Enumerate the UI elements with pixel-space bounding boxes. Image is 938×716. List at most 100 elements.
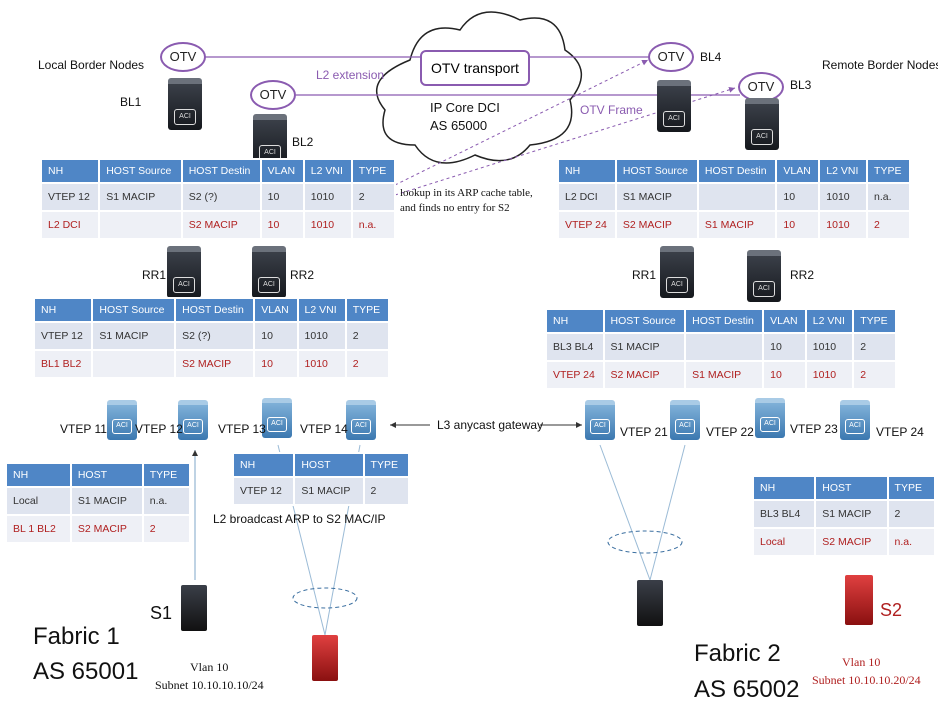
table-header-row: NH HOST Source HOST Destin VLAN L2 VNI TYPE <box>35 299 388 321</box>
lookup-note-2: and finds no entry for S2 <box>400 202 510 214</box>
switch-bl3: ACI <box>745 98 779 150</box>
table-vtep-right: NH HOST TYPE BL3 BL4 S1 MACIP 2 Local S2 MACIP n… <box>752 475 936 557</box>
column-header: HOST <box>816 477 887 499</box>
table-cell: BL1 BL2 <box>35 351 92 377</box>
column-header: NH <box>559 160 615 182</box>
table-cell: 1010 <box>304 212 351 238</box>
column-header: TYPE <box>364 454 408 476</box>
switch-rr2-right: ACI <box>747 250 781 302</box>
subnet-right: Subnet 10.10.10.20/24 <box>812 673 921 687</box>
table-cell: S2 MACIP <box>816 529 887 555</box>
vlan-right: Vlan 10 <box>842 655 881 669</box>
table-cell: 2 <box>868 212 909 238</box>
switch-rr2-left: ACI <box>252 246 286 298</box>
ip-core-cloud <box>375 11 583 164</box>
column-header: HOST Destin <box>176 299 254 321</box>
aci-icon: ACI <box>760 417 780 432</box>
table-cell: S2 (?) <box>182 184 260 210</box>
table-rr-right: NH HOST Source HOST Destin VLAN L2 VNI TYPE BL… <box>545 308 897 390</box>
table-cell: 2 <box>352 184 394 210</box>
table-cell: S1 MACIP <box>100 184 181 210</box>
table-cell: 1010 <box>298 323 345 349</box>
table-cell: S2 (?) <box>176 323 254 349</box>
table-bl-left: NH HOST Source HOST Destin VLAN L2 VNI TYPE VT… <box>40 158 396 240</box>
bl3-label: BL3 <box>790 78 812 92</box>
column-header: L2 VNI <box>304 160 351 182</box>
column-header: NH <box>7 464 70 486</box>
column-header: TYPE <box>888 477 934 499</box>
column-header: HOST Source <box>100 160 181 182</box>
aci-icon: ACI <box>112 419 132 434</box>
aci-icon: ACI <box>753 281 775 297</box>
table-cell: VTEP 12 <box>234 478 294 504</box>
broadcast-label: L2 broadcast ARP to S2 MAC/IP <box>213 512 386 526</box>
table-row: Local S2 MACIP n.a. <box>754 529 934 555</box>
table-cell: n.a. <box>352 212 394 238</box>
aci-icon: ACI <box>258 277 280 293</box>
aci-icon: ACI <box>845 419 865 434</box>
table-row: VTEP 24 S2 MACIP S1 MACIP 10 1010 2 <box>559 212 909 238</box>
local-border-label: Local Border Nodes <box>38 58 145 72</box>
anycast-gateway-label: L3 anycast gateway <box>437 418 544 432</box>
bl2-label: BL2 <box>292 135 314 149</box>
rr1-left-label: RR1 <box>142 268 167 282</box>
vtep14-label: VTEP 14 <box>300 422 348 436</box>
column-header: L2 VNI <box>298 299 345 321</box>
table-cell: S2 MACIP <box>616 212 697 238</box>
table-cell: 2 <box>346 351 388 377</box>
switch-rr1-right: ACI <box>660 246 694 298</box>
table-cell: 10 <box>255 323 297 349</box>
table-row: VTEP 12 S1 MACIP S2 (?) 10 1010 2 <box>42 184 394 210</box>
otv-transport-box: OTV transport <box>420 50 530 86</box>
table-row: VTEP 12 S1 MACIP 2 <box>234 478 408 504</box>
table-cell: 10 <box>764 334 805 360</box>
vtep22-label: VTEP 22 <box>706 425 754 439</box>
table-cell: VTEP 12 <box>35 323 92 349</box>
as1-label: AS 65001 <box>33 658 139 685</box>
aci-icon: ACI <box>675 419 695 434</box>
aci-icon: ACI <box>351 419 371 434</box>
column-header: HOST <box>71 464 142 486</box>
table-cell: Local <box>754 529 815 555</box>
table-cell: Local <box>7 488 70 514</box>
column-header: L2 VNI <box>820 160 867 182</box>
table-cell: 10 <box>261 212 303 238</box>
table-cell <box>698 184 776 210</box>
table-cell: 10 <box>255 351 297 377</box>
column-header: TYPE <box>352 160 394 182</box>
table-cell: S1 MACIP <box>816 501 887 527</box>
table-rr-left: NH HOST Source HOST Destin VLAN L2 VNI TYPE VT… <box>33 297 390 379</box>
as2-label: AS 65002 <box>694 676 800 703</box>
table-cell: 10 <box>764 362 805 388</box>
leaf-vtep21: ACI <box>585 400 615 440</box>
ip-core-label: IP Core DCI <box>430 100 500 115</box>
column-header: TYPE <box>854 310 895 332</box>
table-header-row: NH HOST Source HOST Destin VLAN L2 VNI TYPE <box>559 160 909 182</box>
lookup-note: lookup in its ARP cache table, <box>400 187 533 199</box>
vtep13-label: VTEP 13 <box>218 422 266 436</box>
column-header: VLAN <box>777 160 819 182</box>
table-cell: BL3 BL4 <box>754 501 815 527</box>
table-cell: 2 <box>364 478 408 504</box>
leaf-vtep23: ACI <box>755 398 785 438</box>
table-cell: 2 <box>854 362 895 388</box>
column-header: NH <box>547 310 603 332</box>
table-row: Local S1 MACIP n.a. <box>7 488 189 514</box>
table-cell: 1010 <box>806 334 853 360</box>
otv-transport-label: OTV transport <box>431 60 519 76</box>
table-cell: VTEP 24 <box>547 362 603 388</box>
column-header: HOST Destin <box>686 310 763 332</box>
column-header: NH <box>42 160 99 182</box>
table-cell: 1010 <box>304 184 351 210</box>
rr2-right-label: RR2 <box>790 268 815 282</box>
column-header: NH <box>234 454 294 476</box>
table-cell: 2 <box>346 323 388 349</box>
table-cell: L2 DCI <box>559 184 615 210</box>
table-cell: 1010 <box>298 351 345 377</box>
table-cell: S2 MACIP <box>182 212 260 238</box>
column-header: VLAN <box>261 160 303 182</box>
leaf-vtep22: ACI <box>670 400 700 440</box>
table-header-row: NH HOST TYPE <box>754 477 934 499</box>
table-cell: n.a. <box>888 529 934 555</box>
aci-icon: ACI <box>751 129 773 145</box>
